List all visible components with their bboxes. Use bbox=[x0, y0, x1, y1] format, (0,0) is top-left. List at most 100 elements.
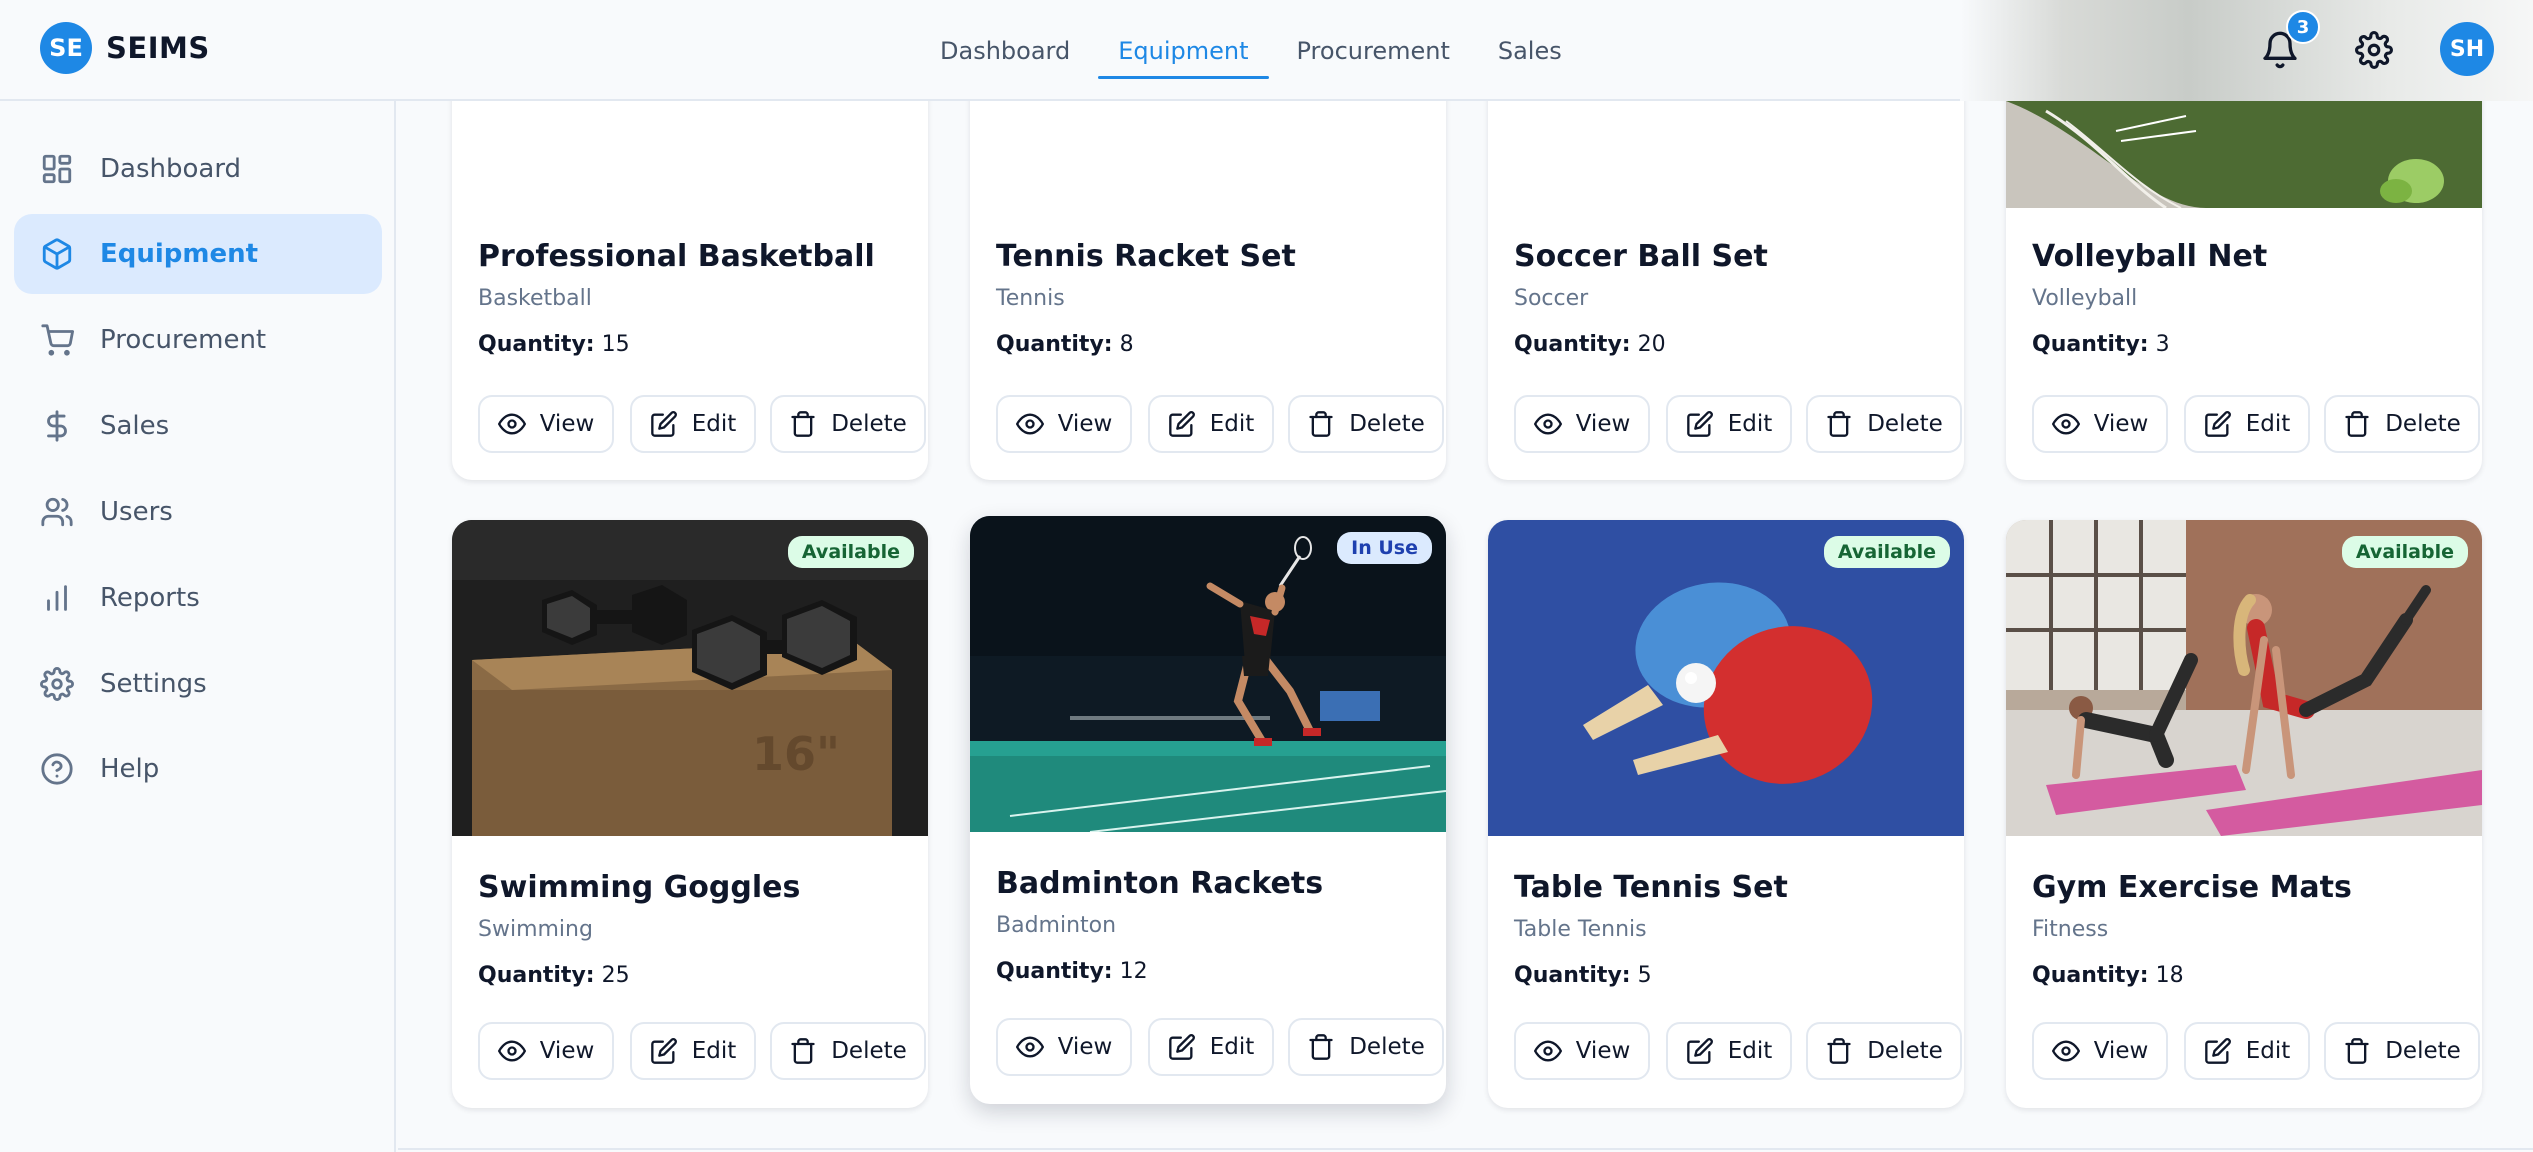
gear-icon bbox=[40, 667, 74, 701]
eye-icon bbox=[2051, 413, 2080, 435]
quantity-value: 5 bbox=[1637, 963, 1652, 988]
svg-text:16": 16" bbox=[752, 727, 840, 781]
eye-icon bbox=[497, 1040, 526, 1062]
brand-logo[interactable]: SE bbox=[40, 22, 92, 74]
equipment-card[interactable]: Professional Basketball Basketball Quant… bbox=[452, 101, 928, 480]
edit-icon bbox=[650, 411, 677, 437]
edit-button[interactable]: Edit bbox=[630, 395, 756, 453]
edit-icon bbox=[1686, 1038, 1713, 1064]
quantity-value: 3 bbox=[2155, 332, 2170, 357]
sidebar-item-reports[interactable]: Reports bbox=[14, 558, 382, 638]
trash-icon bbox=[1309, 1034, 1333, 1060]
topnav-item-equipment[interactable]: Equipment bbox=[1098, 0, 1269, 101]
card-category: Fitness bbox=[2032, 917, 2109, 942]
quantity-value: 20 bbox=[1637, 332, 1666, 357]
topnav-item-procurement[interactable]: Procurement bbox=[1277, 0, 1470, 101]
equipment-card[interactable]: In Use Badminton Rackets Badminton Quant… bbox=[970, 516, 1446, 1104]
box-icon bbox=[40, 237, 74, 271]
edit-button[interactable]: Edit bbox=[1148, 395, 1274, 453]
sidebar-item-help[interactable]: Help bbox=[14, 729, 382, 809]
edit-button[interactable]: Edit bbox=[630, 1022, 756, 1080]
status-badge: Available bbox=[2341, 536, 2468, 568]
view-button[interactable]: View bbox=[1514, 395, 1650, 453]
card-title: Tennis Racket Set bbox=[996, 239, 1296, 274]
delete-button[interactable]: Delete bbox=[770, 395, 926, 453]
trash-icon bbox=[791, 1038, 815, 1064]
view-button[interactable]: View bbox=[1514, 1022, 1650, 1080]
sidebar-item-label: Users bbox=[100, 497, 173, 527]
user-avatar[interactable]: SH bbox=[2440, 22, 2494, 76]
card-quantity: Quantity: 8 bbox=[996, 332, 1134, 357]
card-title: Soccer Ball Set bbox=[1514, 239, 1768, 274]
edit-button[interactable]: Edit bbox=[1148, 1018, 1274, 1076]
card-image: In Use bbox=[970, 516, 1446, 832]
sidebar: Dashboard Equipment Procurement Sales Us… bbox=[0, 101, 396, 1152]
equipment-card[interactable]: Soccer Ball Set Soccer Quantity: 20 View… bbox=[1488, 101, 1964, 480]
sidebar-item-label: Settings bbox=[100, 669, 207, 699]
sidebar-item-dashboard[interactable]: Dashboard bbox=[14, 129, 382, 209]
trash-icon bbox=[1827, 1038, 1851, 1064]
view-button[interactable]: View bbox=[2032, 1022, 2168, 1080]
trash-icon bbox=[1827, 411, 1851, 437]
sidebar-item-procurement[interactable]: Procurement bbox=[14, 300, 382, 380]
quantity-label: Quantity: bbox=[1514, 963, 1631, 988]
card-quantity: Quantity: 3 bbox=[2032, 332, 2170, 357]
equipment-card[interactable]: Available Gym Exercise Mats Fitness Quan… bbox=[2006, 520, 2482, 1108]
view-button[interactable]: View bbox=[478, 395, 614, 453]
users-icon bbox=[40, 495, 74, 529]
view-button[interactable]: View bbox=[996, 395, 1132, 453]
status-badge: Available bbox=[787, 536, 914, 568]
delete-button[interactable]: Delete bbox=[1288, 395, 1444, 453]
edit-icon bbox=[650, 1038, 677, 1064]
top-nav: Dashboard Equipment Procurement Sales bbox=[920, 0, 1590, 101]
sidebar-item-equipment[interactable]: Equipment bbox=[14, 214, 382, 294]
card-quantity: Quantity: 20 bbox=[1514, 332, 1666, 357]
card-category: Swimming bbox=[478, 917, 593, 942]
edit-button[interactable]: Edit bbox=[2184, 395, 2310, 453]
edit-button[interactable]: Edit bbox=[1666, 395, 1792, 453]
delete-button[interactable]: Delete bbox=[2324, 1022, 2480, 1080]
quantity-value: 18 bbox=[2155, 963, 2184, 988]
settings-gear-icon[interactable] bbox=[2355, 31, 2393, 69]
status-badge: In Use bbox=[1337, 532, 1432, 564]
card-category: Badminton bbox=[996, 913, 1117, 938]
brand[interactable]: SE SEIMS bbox=[40, 22, 210, 74]
delete-button[interactable]: Delete bbox=[1806, 1022, 1962, 1080]
equipment-card[interactable]: Volleyball Net Volleyball Quantity: 3 Vi… bbox=[2006, 101, 2482, 480]
card-title: Volleyball Net bbox=[2032, 239, 2268, 274]
card-title: Gym Exercise Mats bbox=[2032, 870, 2352, 905]
topnav-item-dashboard[interactable]: Dashboard bbox=[920, 0, 1090, 101]
eye-icon bbox=[1533, 1040, 1562, 1062]
eye-icon bbox=[1533, 413, 1562, 435]
sidebar-item-label: Dashboard bbox=[100, 154, 242, 184]
delete-button[interactable]: Delete bbox=[1806, 395, 1962, 453]
card-quantity: Quantity: 15 bbox=[478, 332, 630, 357]
cart-icon bbox=[40, 323, 74, 357]
brand-name[interactable]: SEIMS bbox=[106, 31, 210, 65]
edit-icon bbox=[2204, 1038, 2231, 1064]
equipment-card[interactable]: Available Table Tennis Set Table Tennis … bbox=[1488, 520, 1964, 1108]
help-circle-icon bbox=[40, 752, 74, 786]
eye-icon bbox=[2051, 1040, 2080, 1062]
view-button[interactable]: View bbox=[478, 1022, 614, 1080]
view-button[interactable]: View bbox=[2032, 395, 2168, 453]
trash-icon bbox=[2345, 1038, 2369, 1064]
quantity-value: 15 bbox=[601, 332, 630, 357]
delete-button[interactable]: Delete bbox=[2324, 395, 2480, 453]
view-button[interactable]: View bbox=[996, 1018, 1132, 1076]
sidebar-item-users[interactable]: Users bbox=[14, 472, 382, 552]
topnav-item-sales[interactable]: Sales bbox=[1478, 0, 1582, 101]
equipment-card[interactable]: Tennis Racket Set Tennis Quantity: 8 Vie… bbox=[970, 101, 1446, 480]
edit-icon bbox=[1168, 1034, 1195, 1060]
card-category: Volleyball bbox=[2032, 286, 2138, 311]
card-quantity: Quantity: 25 bbox=[478, 963, 630, 988]
delete-button[interactable]: Delete bbox=[1288, 1018, 1444, 1076]
edit-button[interactable]: Edit bbox=[1666, 1022, 1792, 1080]
quantity-value: 25 bbox=[601, 963, 630, 988]
delete-button[interactable]: Delete bbox=[770, 1022, 926, 1080]
quantity-label: Quantity: bbox=[1514, 332, 1631, 357]
sidebar-item-settings[interactable]: Settings bbox=[14, 644, 382, 724]
sidebar-item-sales[interactable]: Sales bbox=[14, 386, 382, 466]
edit-button[interactable]: Edit bbox=[2184, 1022, 2310, 1080]
equipment-card[interactable]: 16" Available Swimming Goggles Swimming bbox=[452, 520, 928, 1108]
